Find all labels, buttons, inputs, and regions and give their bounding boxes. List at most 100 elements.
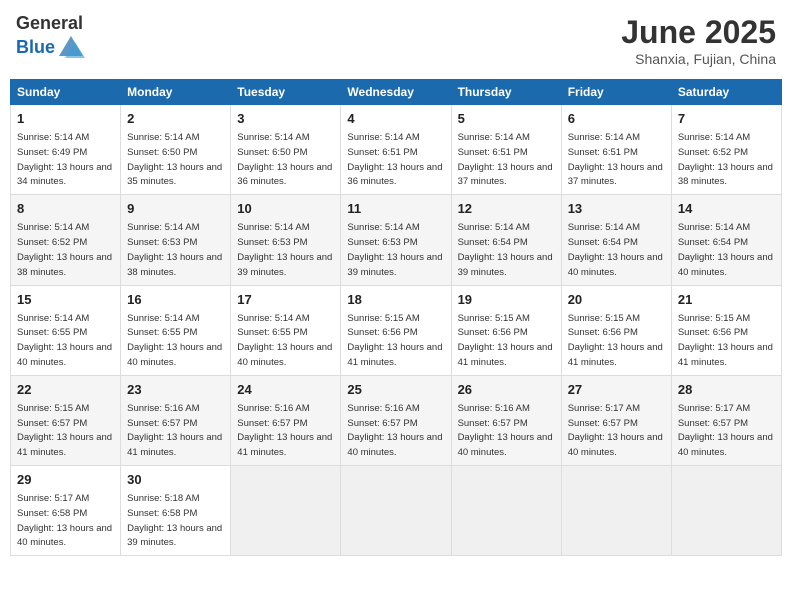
table-row	[561, 466, 671, 556]
calendar-table: Sunday Monday Tuesday Wednesday Thursday…	[10, 79, 782, 556]
table-row: 28 Sunrise: 5:17 AMSunset: 6:57 PMDaylig…	[671, 375, 781, 465]
header-row: Sunday Monday Tuesday Wednesday Thursday…	[11, 80, 782, 105]
day-number: 30	[127, 471, 224, 489]
table-row: 29 Sunrise: 5:17 AMSunset: 6:58 PMDaylig…	[11, 466, 121, 556]
day-number: 5	[458, 110, 555, 128]
page-header: General Blue June 2025 Shanxia, Fujian, …	[10, 10, 782, 71]
table-row: 26 Sunrise: 5:16 AMSunset: 6:57 PMDaylig…	[451, 375, 561, 465]
day-detail: Sunrise: 5:18 AMSunset: 6:58 PMDaylight:…	[127, 493, 222, 548]
day-number: 3	[237, 110, 334, 128]
day-number: 20	[568, 291, 665, 309]
day-number: 10	[237, 200, 334, 218]
day-detail: Sunrise: 5:15 AMSunset: 6:56 PMDaylight:…	[458, 313, 553, 368]
table-row: 13 Sunrise: 5:14 AMSunset: 6:54 PMDaylig…	[561, 195, 671, 285]
table-row: 8 Sunrise: 5:14 AMSunset: 6:52 PMDayligh…	[11, 195, 121, 285]
month-title: June 2025	[621, 14, 776, 51]
day-number: 21	[678, 291, 775, 309]
table-row: 6 Sunrise: 5:14 AMSunset: 6:51 PMDayligh…	[561, 105, 671, 195]
day-number: 25	[347, 381, 444, 399]
day-detail: Sunrise: 5:15 AMSunset: 6:56 PMDaylight:…	[678, 313, 773, 368]
day-detail: Sunrise: 5:14 AMSunset: 6:55 PMDaylight:…	[17, 313, 112, 368]
day-number: 13	[568, 200, 665, 218]
day-number: 7	[678, 110, 775, 128]
table-row	[451, 466, 561, 556]
table-row: 9 Sunrise: 5:14 AMSunset: 6:53 PMDayligh…	[121, 195, 231, 285]
table-row: 5 Sunrise: 5:14 AMSunset: 6:51 PMDayligh…	[451, 105, 561, 195]
day-detail: Sunrise: 5:14 AMSunset: 6:50 PMDaylight:…	[127, 132, 222, 187]
week-row-2: 15 Sunrise: 5:14 AMSunset: 6:55 PMDaylig…	[11, 285, 782, 375]
day-detail: Sunrise: 5:14 AMSunset: 6:53 PMDaylight:…	[237, 222, 332, 277]
title-block: June 2025 Shanxia, Fujian, China	[621, 14, 776, 67]
day-number: 28	[678, 381, 775, 399]
day-number: 11	[347, 200, 444, 218]
table-row: 17 Sunrise: 5:14 AMSunset: 6:55 PMDaylig…	[231, 285, 341, 375]
table-row: 4 Sunrise: 5:14 AMSunset: 6:51 PMDayligh…	[341, 105, 451, 195]
table-row	[671, 466, 781, 556]
week-row-4: 29 Sunrise: 5:17 AMSunset: 6:58 PMDaylig…	[11, 466, 782, 556]
day-number: 24	[237, 381, 334, 399]
day-number: 27	[568, 381, 665, 399]
day-number: 12	[458, 200, 555, 218]
day-detail: Sunrise: 5:14 AMSunset: 6:53 PMDaylight:…	[347, 222, 442, 277]
table-row: 7 Sunrise: 5:14 AMSunset: 6:52 PMDayligh…	[671, 105, 781, 195]
day-number: 14	[678, 200, 775, 218]
day-number: 16	[127, 291, 224, 309]
day-detail: Sunrise: 5:14 AMSunset: 6:54 PMDaylight:…	[458, 222, 553, 277]
day-detail: Sunrise: 5:14 AMSunset: 6:55 PMDaylight:…	[237, 313, 332, 368]
col-thursday: Thursday	[451, 80, 561, 105]
table-row: 22 Sunrise: 5:15 AMSunset: 6:57 PMDaylig…	[11, 375, 121, 465]
day-detail: Sunrise: 5:16 AMSunset: 6:57 PMDaylight:…	[237, 403, 332, 458]
day-detail: Sunrise: 5:14 AMSunset: 6:52 PMDaylight:…	[678, 132, 773, 187]
day-number: 29	[17, 471, 114, 489]
day-detail: Sunrise: 5:16 AMSunset: 6:57 PMDaylight:…	[458, 403, 553, 458]
table-row: 15 Sunrise: 5:14 AMSunset: 6:55 PMDaylig…	[11, 285, 121, 375]
week-row-0: 1 Sunrise: 5:14 AMSunset: 6:49 PMDayligh…	[11, 105, 782, 195]
day-detail: Sunrise: 5:14 AMSunset: 6:55 PMDaylight:…	[127, 313, 222, 368]
logo: General Blue	[16, 14, 85, 62]
logo-icon	[57, 34, 85, 62]
day-detail: Sunrise: 5:16 AMSunset: 6:57 PMDaylight:…	[347, 403, 442, 458]
col-sunday: Sunday	[11, 80, 121, 105]
col-friday: Friday	[561, 80, 671, 105]
day-number: 4	[347, 110, 444, 128]
day-number: 1	[17, 110, 114, 128]
day-detail: Sunrise: 5:17 AMSunset: 6:57 PMDaylight:…	[568, 403, 663, 458]
day-number: 17	[237, 291, 334, 309]
day-detail: Sunrise: 5:15 AMSunset: 6:56 PMDaylight:…	[347, 313, 442, 368]
table-row: 10 Sunrise: 5:14 AMSunset: 6:53 PMDaylig…	[231, 195, 341, 285]
logo-text: General Blue	[16, 14, 85, 62]
day-number: 22	[17, 381, 114, 399]
day-number: 23	[127, 381, 224, 399]
table-row: 25 Sunrise: 5:16 AMSunset: 6:57 PMDaylig…	[341, 375, 451, 465]
table-row: 27 Sunrise: 5:17 AMSunset: 6:57 PMDaylig…	[561, 375, 671, 465]
day-detail: Sunrise: 5:14 AMSunset: 6:53 PMDaylight:…	[127, 222, 222, 277]
table-row: 30 Sunrise: 5:18 AMSunset: 6:58 PMDaylig…	[121, 466, 231, 556]
table-row: 2 Sunrise: 5:14 AMSunset: 6:50 PMDayligh…	[121, 105, 231, 195]
table-row: 3 Sunrise: 5:14 AMSunset: 6:50 PMDayligh…	[231, 105, 341, 195]
table-row: 11 Sunrise: 5:14 AMSunset: 6:53 PMDaylig…	[341, 195, 451, 285]
week-row-1: 8 Sunrise: 5:14 AMSunset: 6:52 PMDayligh…	[11, 195, 782, 285]
table-row: 18 Sunrise: 5:15 AMSunset: 6:56 PMDaylig…	[341, 285, 451, 375]
day-detail: Sunrise: 5:14 AMSunset: 6:52 PMDaylight:…	[17, 222, 112, 277]
logo-blue: Blue	[16, 38, 55, 58]
day-detail: Sunrise: 5:17 AMSunset: 6:57 PMDaylight:…	[678, 403, 773, 458]
table-row: 14 Sunrise: 5:14 AMSunset: 6:54 PMDaylig…	[671, 195, 781, 285]
day-detail: Sunrise: 5:17 AMSunset: 6:58 PMDaylight:…	[17, 493, 112, 548]
day-detail: Sunrise: 5:14 AMSunset: 6:49 PMDaylight:…	[17, 132, 112, 187]
day-detail: Sunrise: 5:15 AMSunset: 6:56 PMDaylight:…	[568, 313, 663, 368]
day-number: 26	[458, 381, 555, 399]
table-row: 1 Sunrise: 5:14 AMSunset: 6:49 PMDayligh…	[11, 105, 121, 195]
day-number: 6	[568, 110, 665, 128]
day-detail: Sunrise: 5:14 AMSunset: 6:54 PMDaylight:…	[678, 222, 773, 277]
day-number: 19	[458, 291, 555, 309]
table-row: 21 Sunrise: 5:15 AMSunset: 6:56 PMDaylig…	[671, 285, 781, 375]
day-detail: Sunrise: 5:14 AMSunset: 6:50 PMDaylight:…	[237, 132, 332, 187]
table-row	[231, 466, 341, 556]
day-detail: Sunrise: 5:14 AMSunset: 6:51 PMDaylight:…	[347, 132, 442, 187]
day-detail: Sunrise: 5:14 AMSunset: 6:51 PMDaylight:…	[458, 132, 553, 187]
col-wednesday: Wednesday	[341, 80, 451, 105]
week-row-3: 22 Sunrise: 5:15 AMSunset: 6:57 PMDaylig…	[11, 375, 782, 465]
location: Shanxia, Fujian, China	[621, 51, 776, 67]
table-row: 16 Sunrise: 5:14 AMSunset: 6:55 PMDaylig…	[121, 285, 231, 375]
table-row: 12 Sunrise: 5:14 AMSunset: 6:54 PMDaylig…	[451, 195, 561, 285]
